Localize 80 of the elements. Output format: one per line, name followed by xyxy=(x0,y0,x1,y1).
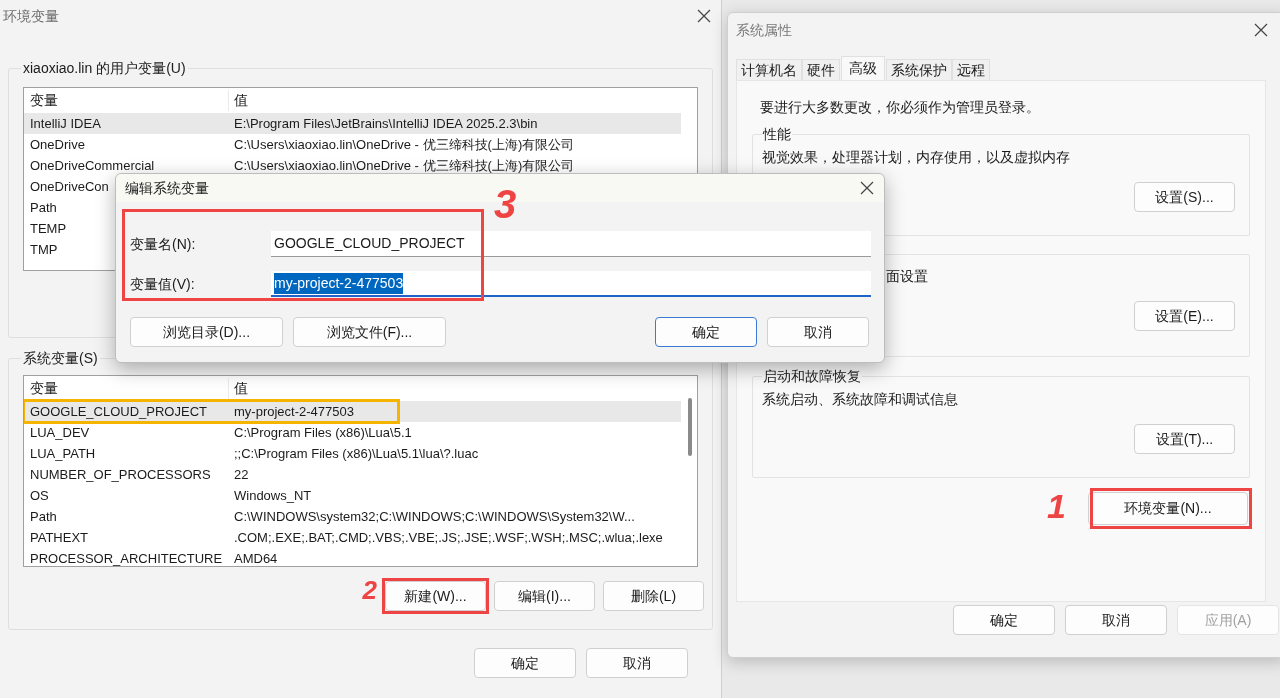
variable-name: NUMBER_OF_PROCESSORS xyxy=(30,466,211,482)
variable-value: .COM;.EXE;.BAT;.CMD;.VBS;.VBE;.JS;.JSE;.WSF;.WSH;.MSC;.wlua;.lexe xyxy=(233,528,663,547)
variable-name: IntelliJ IDEA xyxy=(30,115,101,131)
list-row[interactable]: NUMBER_OF_PROCESSORS 22 xyxy=(24,464,681,485)
column-header[interactable]: 值 xyxy=(229,378,248,399)
dialog-button[interactable]: 取消 xyxy=(1065,605,1167,635)
tab[interactable]: 系统保护 xyxy=(886,59,952,80)
notice-text: 要进行大多数更改，你必须作为管理员登录。 xyxy=(760,98,1041,117)
window-title: 环境变量 xyxy=(3,6,59,26)
input-field[interactable]: GOOGLE_CLOUD_PROJECT xyxy=(271,231,871,257)
step-number: 2 xyxy=(362,574,377,607)
tab[interactable]: 高级 xyxy=(841,56,885,80)
close-icon[interactable] xyxy=(1254,23,1268,37)
dialog-button[interactable]: 确定 xyxy=(655,317,757,347)
dialog-button[interactable]: 取消 xyxy=(586,648,688,678)
close-icon[interactable] xyxy=(697,9,711,23)
dialog-button[interactable]: 环境变量(N)... xyxy=(1088,492,1248,525)
dialog-button[interactable]: 新建(W)... xyxy=(385,581,486,611)
input-field[interactable]: my-project-2-477503 xyxy=(271,271,871,297)
list-row[interactable]: LUA_PATH ;;C:\Program Files (x86)\Lua\5.1\lua\?.luac xyxy=(24,443,681,464)
variable-value: Windows_NT xyxy=(233,486,312,505)
variable-value: C:\Users\xiaoxiao.lin\OneDrive - 优三缔科技(上海)有限公司 xyxy=(233,135,575,154)
list-row[interactable]: PROCESSOR_ARCHITECTURE AMD64 xyxy=(24,548,681,566)
group-title: xiaoxiao.lin 的用户变量(U) xyxy=(22,59,187,78)
group-title: 系统变量(S) xyxy=(22,349,99,368)
dialog-button[interactable]: 确定 xyxy=(953,605,1055,635)
list-row[interactable]: OS Windows_NT xyxy=(24,485,681,506)
field-label: 变量值(V): xyxy=(130,274,196,294)
tab[interactable]: 硬件 xyxy=(802,59,840,80)
variable-name: LUA_PATH xyxy=(30,445,96,461)
group-title: 启动和故障恢复 xyxy=(762,367,862,386)
dialog-title: 编辑系统变量 xyxy=(125,178,209,198)
step-number: 3 xyxy=(494,182,517,226)
dialog-button[interactable]: 浏览文件(F)... xyxy=(293,317,446,347)
variable-name: PROCESSOR_ARCHITECTURE xyxy=(30,550,223,566)
window-title: 系统属性 xyxy=(736,20,792,40)
dialog-button[interactable]: 确定 xyxy=(474,648,576,678)
variable-value: AMD64 xyxy=(233,549,278,566)
scrollbar[interactable] xyxy=(688,398,692,456)
variable-name: OS xyxy=(30,487,49,503)
variable-value: C:\Program Files (x86)\Lua\5.1 xyxy=(233,423,412,442)
variable-name: OneDrive xyxy=(30,136,85,152)
list-row[interactable]: OneDrive C:\Users\xiaoxiao.lin\OneDrive - 优三缔科技(上海)有限公司 xyxy=(24,134,681,155)
dialog-button[interactable]: 取消 xyxy=(767,317,869,347)
variable-value: C:\Users\xiaoxiao.lin\OneDrive - 优三缔科技(上海)有限公司 xyxy=(233,156,575,175)
dialog-button[interactable]: 浏览目录(D)... xyxy=(130,317,283,347)
step-number: 1 xyxy=(1047,486,1066,526)
list-row[interactable]: Path C:\WINDOWS\system32;C:\WINDOWS;C:\WINDOWS\System32\W... xyxy=(24,506,681,527)
group-description: 系统启动、系统故障和调试信息 xyxy=(762,390,959,409)
variable-name: TEMP xyxy=(30,220,67,236)
group-title: 性能 xyxy=(762,125,792,144)
dialog-button[interactable]: 设置(S)... xyxy=(1134,182,1235,212)
variable-value: my-project-2-477503 xyxy=(233,402,354,421)
dialog-button[interactable]: 设置(E)... xyxy=(1134,301,1235,331)
variable-value: C:\WINDOWS\system32;C:\WINDOWS;C:\WINDOWS\System32\W... xyxy=(233,507,635,526)
variable-name: OneDriveCommercial xyxy=(30,157,155,173)
dialog-button[interactable]: 编辑(I)... xyxy=(494,581,595,611)
column-header[interactable]: 值 xyxy=(229,90,248,111)
group-description: 视觉效果，处理器计划，内存使用，以及虚拟内存 xyxy=(762,148,1071,167)
dialog-button[interactable]: 设置(T)... xyxy=(1134,424,1235,454)
dialog-button[interactable]: 删除(L) xyxy=(603,581,704,611)
close-icon[interactable] xyxy=(860,181,874,195)
list-row[interactable]: OneDriveCommercial C:\Users\xiaoxiao.lin\OneDrive - 优三缔科技(上海)有限公司 xyxy=(24,155,681,176)
column-header[interactable]: 变量 xyxy=(24,378,229,399)
list-row[interactable]: IntelliJ IDEA E:\Program Files\JetBrains\IntelliJ IDEA 2025.2.3\bin xyxy=(24,113,681,134)
variable-value: 22 xyxy=(233,465,249,484)
list-row[interactable]: LUA_DEV C:\Program Files (x86)\Lua\5.1 xyxy=(24,422,681,443)
variable-name: Path xyxy=(30,508,57,524)
variable-name: PATHEXT xyxy=(30,529,89,545)
group-description: 面设置 xyxy=(886,267,929,286)
column-header[interactable]: 变量 xyxy=(24,90,229,111)
variable-name: LUA_DEV xyxy=(30,424,90,440)
variable-name: GOOGLE_CLOUD_PROJECT xyxy=(30,403,207,419)
tab[interactable]: 计算机名 xyxy=(736,59,802,80)
list-row[interactable]: GOOGLE_CLOUD_PROJECT my-project-2-477503 xyxy=(24,401,681,422)
list-row[interactable]: PATHEXT .COM;.EXE;.BAT;.CMD;.VBS;.VBE;.JS;.JSE;.WSF;.WSH;.MSC;.wlua;.lexe xyxy=(24,527,681,548)
variable-value: E:\Program Files\JetBrains\IntelliJ IDEA 2025.2.3\bin xyxy=(233,114,538,133)
variable-value: ;;C:\Program Files (x86)\Lua\5.1\lua\?.luac xyxy=(233,444,479,463)
field-label: 变量名(N): xyxy=(130,234,197,254)
tab[interactable]: 远程 xyxy=(952,59,990,80)
